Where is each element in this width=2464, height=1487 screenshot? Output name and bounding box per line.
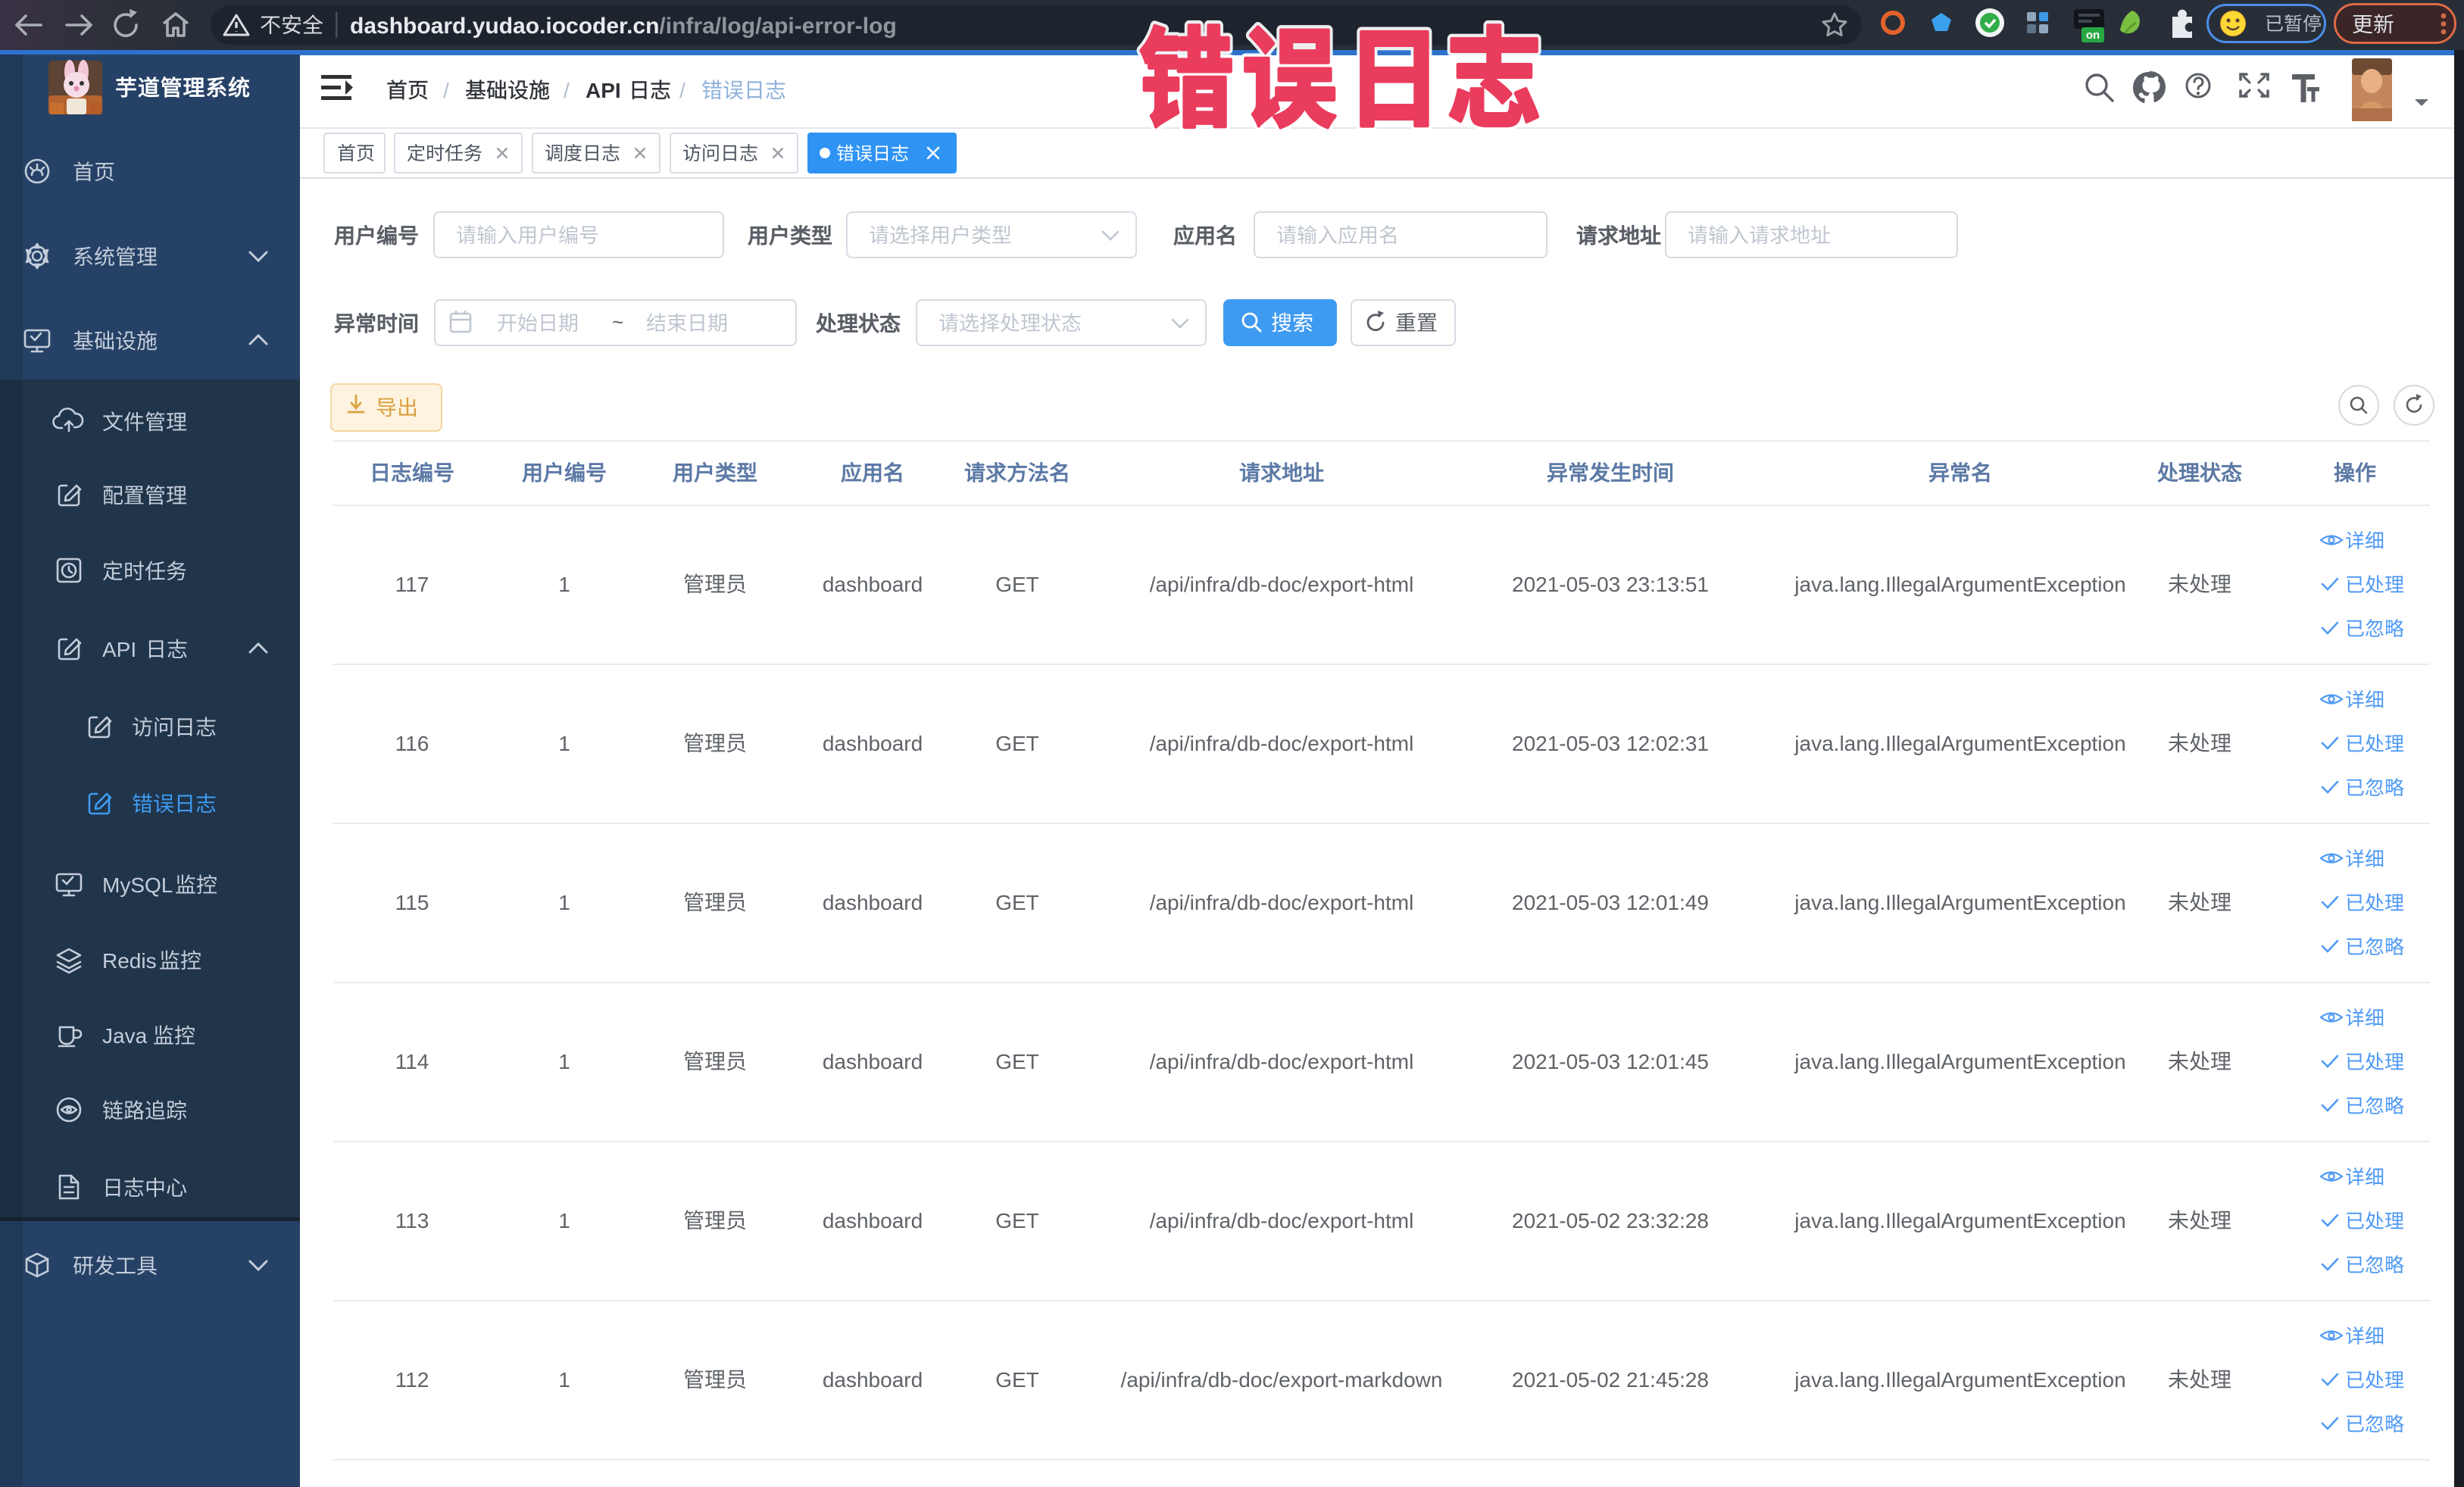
svg-text:java.lang.IllegalArgumentExcep: java.lang.IllegalArgumentException (1794, 732, 2125, 755)
svg-text:dashboard: dashboard (823, 1368, 923, 1392)
svg-text:1: 1 (558, 732, 570, 755)
svg-text:2021-05-02 23:32:28: 2021-05-02 23:32:28 (1512, 1209, 1709, 1232)
svg-text:115: 115 (395, 891, 429, 914)
svg-text:GET: GET (995, 732, 1039, 755)
svg-text:/api/infra/db-doc/export-html: /api/infra/db-doc/export-html (1150, 732, 1414, 755)
svg-text:/: / (443, 79, 449, 102)
svg-text:java.lang.IllegalArgumentExcep: java.lang.IllegalArgumentException (1794, 573, 2125, 596)
svg-text:2021-05-03 12:02:31: 2021-05-03 12:02:31 (1512, 732, 1709, 755)
svg-text:java.lang.IllegalArgumentExcep: java.lang.IllegalArgumentException (1794, 1209, 2125, 1232)
svg-text:dashboard: dashboard (823, 891, 923, 914)
svg-text:API: API (102, 638, 136, 661)
svg-text:116: 116 (395, 732, 429, 755)
svg-text:GET: GET (995, 573, 1039, 596)
svg-text:API: API (586, 79, 621, 102)
svg-text:1: 1 (558, 1209, 570, 1232)
svg-text:2021-05-02 21:45:28: 2021-05-02 21:45:28 (1512, 1368, 1709, 1392)
svg-text:java.lang.IllegalArgumentExcep: java.lang.IllegalArgumentException (1794, 1050, 2125, 1073)
svg-text:Redis: Redis (102, 949, 157, 973)
svg-text:2021-05-03 12:01:49: 2021-05-03 12:01:49 (1512, 891, 1709, 914)
svg-text:GET: GET (995, 1368, 1039, 1392)
svg-text:1: 1 (558, 1050, 570, 1073)
svg-text:/: / (564, 79, 570, 102)
svg-text:GET: GET (995, 1209, 1039, 1232)
svg-text:2021-05-03 23:13:51: 2021-05-03 23:13:51 (1512, 573, 1709, 596)
svg-text:dashboard: dashboard (823, 1050, 923, 1073)
svg-text:2021-05-03 12:01:45: 2021-05-03 12:01:45 (1512, 1050, 1709, 1073)
svg-text:java.lang.IllegalArgumentExcep: java.lang.IllegalArgumentException (1794, 891, 2125, 914)
svg-text:dashboard: dashboard (823, 1209, 923, 1232)
svg-text:117: 117 (395, 573, 429, 596)
svg-text:112: 112 (395, 1368, 429, 1392)
svg-text:113: 113 (395, 1209, 429, 1232)
svg-text:1: 1 (558, 573, 570, 596)
svg-text:1: 1 (558, 1368, 570, 1392)
svg-text:/api/infra/db-doc/export-html: /api/infra/db-doc/export-html (1150, 1050, 1414, 1073)
svg-text:~: ~ (612, 311, 623, 333)
svg-text:/: / (679, 79, 685, 102)
svg-text:MySQL: MySQL (102, 873, 173, 897)
svg-text:Java: Java (102, 1024, 148, 1048)
svg-text:1: 1 (558, 891, 570, 914)
svg-text:dashboard: dashboard (823, 732, 923, 755)
svg-text:java.lang.IllegalArgumentExcep: java.lang.IllegalArgumentException (1794, 1368, 2125, 1392)
svg-text:/api/infra/db-doc/export-html: /api/infra/db-doc/export-html (1150, 891, 1414, 914)
svg-text:GET: GET (995, 891, 1039, 914)
svg-text:/api/infra/db-doc/export-markd: /api/infra/db-doc/export-markdown (1121, 1368, 1443, 1392)
svg-text:/api/infra/db-doc/export-html: /api/infra/db-doc/export-html (1150, 1209, 1414, 1232)
svg-text:dashboard.yudao.iocoder.cn/inf: dashboard.yudao.iocoder.cn/infra/log/api… (350, 14, 897, 39)
svg-text:on: on (2086, 29, 2100, 42)
svg-text:114: 114 (395, 1050, 429, 1073)
svg-text:GET: GET (995, 1050, 1039, 1073)
svg-text:dashboard: dashboard (823, 573, 923, 596)
svg-text:/api/infra/db-doc/export-html: /api/infra/db-doc/export-html (1150, 573, 1414, 596)
